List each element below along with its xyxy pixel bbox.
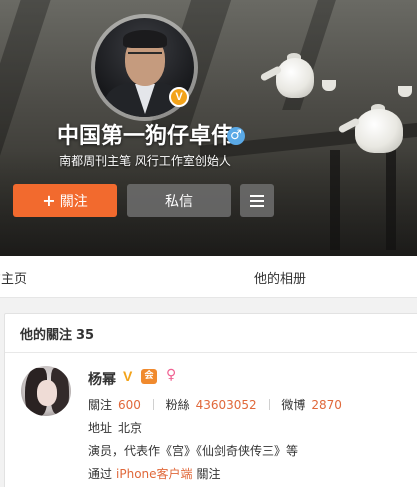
- weibo-count[interactable]: 2870: [311, 398, 342, 412]
- follow-button[interactable]: + 關注: [13, 184, 117, 217]
- follow-source: 通过 iPhone客户端 關注: [88, 465, 221, 482]
- divider: [5, 352, 417, 353]
- follow-count[interactable]: 600: [118, 398, 141, 412]
- fans-count-label: 粉絲: [165, 398, 190, 412]
- user-stats: 關注 600 粉絲 43603052 微博 2870: [88, 396, 342, 413]
- male-icon: ♂: [227, 127, 245, 145]
- menu-icon-bar: [250, 204, 264, 207]
- profile-tabs: 的主页 他的相册: [0, 256, 417, 298]
- tab-album[interactable]: 他的相册: [254, 268, 306, 287]
- user-address: 地址 北京: [88, 419, 142, 436]
- menu-icon-bar: [250, 199, 264, 202]
- user-intro: 演员，代表作《宫》《仙剑奇侠传三》等: [88, 444, 299, 458]
- address-value: 北京: [118, 421, 143, 435]
- fans-count[interactable]: 43603052: [196, 398, 257, 412]
- more-menu-button[interactable]: [240, 184, 274, 217]
- plus-icon: +: [42, 191, 56, 210]
- via-prefix: 通过: [88, 467, 113, 481]
- divider: [152, 399, 154, 410]
- verified-v-icon: V: [123, 368, 133, 384]
- avatar-glasses: [128, 52, 162, 60]
- user-name-link[interactable]: 杨幂: [88, 369, 116, 389]
- message-button-label: 私信: [165, 193, 193, 210]
- via-client-link[interactable]: iPhone客户端: [116, 467, 193, 481]
- profile-cover: V 中国第一狗仔卓伟 ♂ 南都周刊主笔 风行工作室创始人 + 關注 私信: [0, 0, 417, 256]
- divider: [268, 399, 270, 410]
- avatar-hair: [123, 30, 167, 48]
- address-label: 地址: [88, 421, 113, 435]
- user-avatar[interactable]: [21, 366, 71, 416]
- follow-button-label: 關注: [59, 193, 88, 210]
- following-title[interactable]: 他的關注 35: [20, 324, 94, 343]
- message-button[interactable]: 私信: [127, 184, 231, 217]
- teapot: [355, 109, 403, 153]
- tea-cup: [398, 86, 412, 97]
- profile-name: 中国第一狗仔卓伟: [56, 124, 233, 149]
- follow-count-label: 關注: [88, 398, 113, 412]
- weibo-count-label: 微博: [281, 398, 306, 412]
- following-title-label: 他的關注: [20, 328, 73, 343]
- profile-bio: 南都周刊主笔 风行工作室创始人: [59, 154, 231, 168]
- teapot: [276, 58, 314, 98]
- following-card: 他的關注 35 杨幂 V 会 ♀ 關注 600 粉絲 43603052 微博 2870 …: [4, 313, 417, 487]
- menu-icon: [250, 194, 264, 197]
- tab-home[interactable]: 的主页: [0, 268, 27, 287]
- via-suffix: 關注: [196, 467, 221, 481]
- avatar-face: [37, 380, 57, 406]
- female-icon: ♀: [166, 367, 177, 383]
- following-count: 35: [76, 328, 95, 343]
- verified-v-icon: V: [169, 87, 189, 107]
- tea-cup: [322, 80, 336, 91]
- club-badge-icon[interactable]: 会: [141, 369, 157, 384]
